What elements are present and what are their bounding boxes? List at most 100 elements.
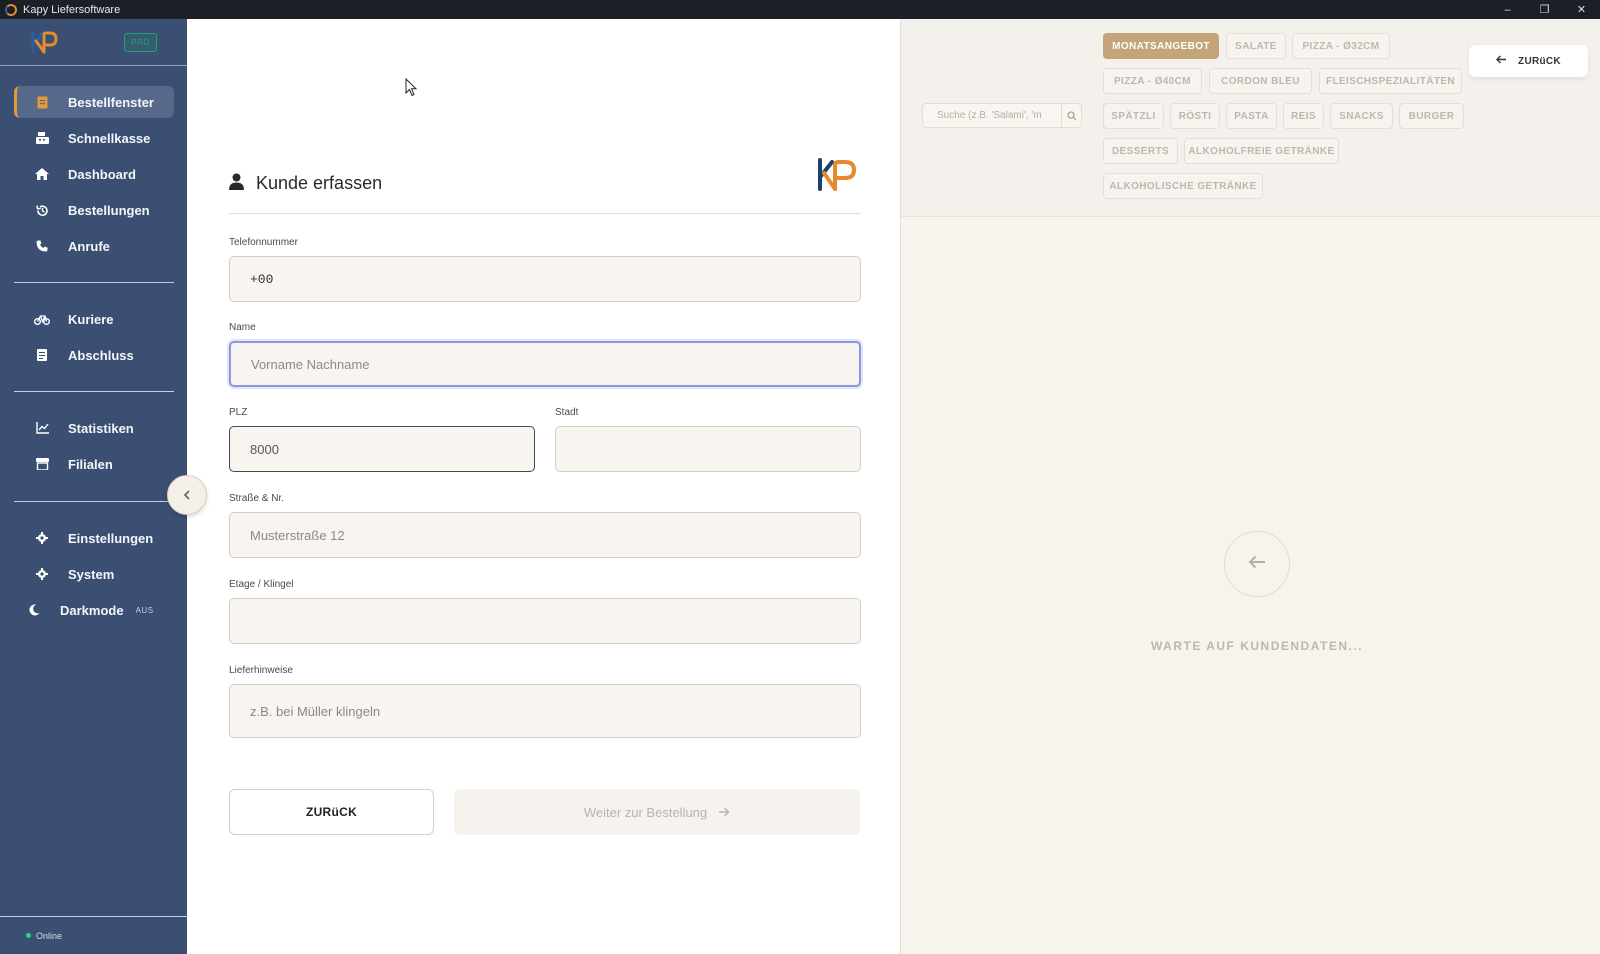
plz-label: PLZ: [229, 407, 248, 418]
sidebar-item-filialen[interactable]: Filialen: [14, 448, 174, 480]
minimize-button[interactable]: –: [1489, 0, 1526, 19]
sidebar-item-kuriere[interactable]: Kuriere: [14, 303, 174, 335]
notes-textarea[interactable]: z.B. bei Müller klingeln: [229, 684, 861, 738]
window-titlebar: Kapy Liefersoftware – ❐ ✕: [0, 0, 1600, 19]
bicycle-icon: [28, 314, 56, 325]
cash-register-icon: [28, 132, 56, 144]
notes-label: Lieferhinweise: [229, 665, 293, 676]
arrow-left-icon: [1248, 555, 1266, 574]
phone-label: Telefonnummer: [229, 237, 298, 248]
name-label: Name: [229, 322, 256, 333]
receipt-icon: [28, 96, 56, 109]
city-input[interactable]: [555, 426, 861, 472]
sidebar-item-label: Dashboard: [68, 166, 136, 182]
home-icon: [28, 168, 56, 180]
close-window-button[interactable]: ✕: [1563, 0, 1600, 19]
menu-back-label: ZURüCK: [1518, 55, 1561, 67]
app-logo-icon: [5, 3, 17, 16]
chart-line-icon: [28, 422, 56, 434]
street-input[interactable]: Musterstraße 12: [229, 512, 861, 558]
sidebar-item-system[interactable]: System: [14, 558, 174, 590]
name-input[interactable]: Vorname Nachname: [229, 341, 861, 387]
window-title: Kapy Liefersoftware: [23, 3, 121, 16]
category-reis[interactable]: REIS: [1283, 103, 1324, 129]
sidebar-item-label: Abschluss: [68, 347, 134, 363]
darkmode-toggle[interactable]: Darkmode AUS: [14, 594, 174, 626]
plz-input[interactable]: 8000: [229, 426, 535, 472]
page-title: Kunde erfassen: [256, 173, 383, 193]
street-label: Straße & Nr.: [229, 493, 285, 504]
category-snacks[interactable]: SNACKS: [1330, 103, 1393, 129]
sidebar-item-label: Filialen: [68, 456, 113, 472]
menu-toolbar: Suche (z.B. 'Salami', 'm MONATSANGEBOT S…: [901, 19, 1600, 217]
phone-input[interactable]: +00: [229, 256, 861, 302]
sidebar: PRO Bestellfenster Schnellkasse Dashboar…: [0, 19, 187, 954]
category-pizza-32[interactable]: PIZZA - Ø32CM: [1292, 33, 1390, 59]
sidebar-divider: [14, 282, 174, 283]
user-icon: [229, 173, 244, 195]
status-text: Online: [36, 930, 63, 941]
search-icon[interactable]: [1061, 104, 1081, 127]
back-button[interactable]: ZURüCK: [229, 789, 434, 835]
sidebar-item-label: Einstellungen: [68, 530, 154, 546]
sidebar-item-label: Anrufe: [68, 238, 110, 254]
connection-status: Online: [0, 916, 187, 954]
category-salate[interactable]: SALATE: [1226, 33, 1286, 59]
category-burger[interactable]: BURGER: [1399, 103, 1464, 129]
form-header: Kunde erfassen: [229, 154, 861, 214]
category-fleischspezialitaeten[interactable]: FLEISCHSPEZIALITÄTEN: [1319, 68, 1462, 94]
gear-icon: [28, 532, 56, 544]
floor-input[interactable]: [229, 598, 861, 644]
category-cordon-bleu[interactable]: CORDON BLEU: [1209, 68, 1312, 94]
continue-button-label: Weiter zur Bestellung: [583, 804, 708, 820]
report-icon: [28, 349, 56, 361]
category-desserts[interactable]: DESSERTS: [1103, 138, 1178, 164]
sidebar-item-anrufe[interactable]: Anrufe: [14, 230, 174, 262]
category-pizza-40[interactable]: PIZZA - Ø40CM: [1103, 68, 1202, 94]
collapse-sidebar-button[interactable]: [167, 475, 207, 515]
sidebar-item-abschluss[interactable]: Abschluss: [14, 339, 174, 371]
window-controls: – ❐ ✕: [1489, 0, 1600, 19]
sidebar-item-label: Darkmode: [60, 602, 124, 618]
category-spaetzli[interactable]: SPÄTZLI: [1103, 103, 1164, 129]
sidebar-header: PRO: [0, 19, 187, 66]
city-label: Stadt: [555, 407, 579, 418]
sidebar-item-bestellfenster[interactable]: Bestellfenster: [14, 86, 174, 118]
arrow-left-icon: [1496, 55, 1507, 67]
waiting-indicator: [1224, 531, 1290, 597]
sidebar-item-dashboard[interactable]: Dashboard: [14, 158, 174, 190]
sidebar-item-label: Bestellungen: [68, 202, 150, 218]
history-icon: [28, 204, 56, 217]
restore-button[interactable]: ❐: [1526, 0, 1563, 19]
phone-icon: [28, 240, 56, 252]
sidebar-divider: [14, 501, 174, 502]
sidebar-item-bestellungen[interactable]: Bestellungen: [14, 194, 174, 226]
menu-search-input[interactable]: Suche (z.B. 'Salami', 'm: [922, 103, 1082, 128]
category-pasta[interactable]: PASTA: [1226, 103, 1277, 129]
sidebar-item-statistiken[interactable]: Statistiken: [14, 412, 174, 444]
sidebar-divider: [14, 391, 174, 392]
menu-back-button[interactable]: ZURüCK: [1469, 45, 1588, 77]
continue-to-order-button[interactable]: Weiter zur Bestellung: [454, 789, 860, 835]
floor-label: Etage / Klingel: [229, 579, 294, 590]
sidebar-item-label: Schnellkasse: [68, 130, 151, 146]
pro-badge: PRO: [124, 32, 157, 52]
sidebar-item-schnellkasse[interactable]: Schnellkasse: [14, 122, 174, 154]
category-roesti[interactable]: RÖSTI: [1170, 103, 1220, 129]
mouse-cursor-icon: [405, 78, 418, 97]
sidebar-item-label: Bestellfenster: [68, 94, 154, 110]
darkmode-state: AUS: [135, 605, 154, 615]
sidebar-item-label: Kuriere: [68, 311, 114, 327]
customer-form-panel: Kunde erfassen Telefonnummer +00 Name Vo…: [187, 19, 900, 954]
category-alkoholfreie-getraenke[interactable]: ALKOHOLFREIE GETRÄNKE: [1184, 138, 1339, 164]
sidebar-item-label: System: [68, 566, 115, 582]
menu-panel: Suche (z.B. 'Salami', 'm MONATSANGEBOT S…: [900, 19, 1600, 954]
category-alkoholische-getraenke[interactable]: ALKOHOLISCHE GETRÄNKE: [1103, 173, 1263, 199]
arrow-right-icon: [719, 805, 730, 820]
brand-logo: [31, 30, 58, 54]
store-icon: [28, 458, 56, 470]
category-monatsangebot[interactable]: MONATSANGEBOT: [1103, 33, 1219, 59]
sidebar-item-label: Statistiken: [68, 420, 134, 436]
sidebar-item-einstellungen[interactable]: Einstellungen: [14, 522, 174, 554]
gear-icon: [28, 568, 56, 580]
